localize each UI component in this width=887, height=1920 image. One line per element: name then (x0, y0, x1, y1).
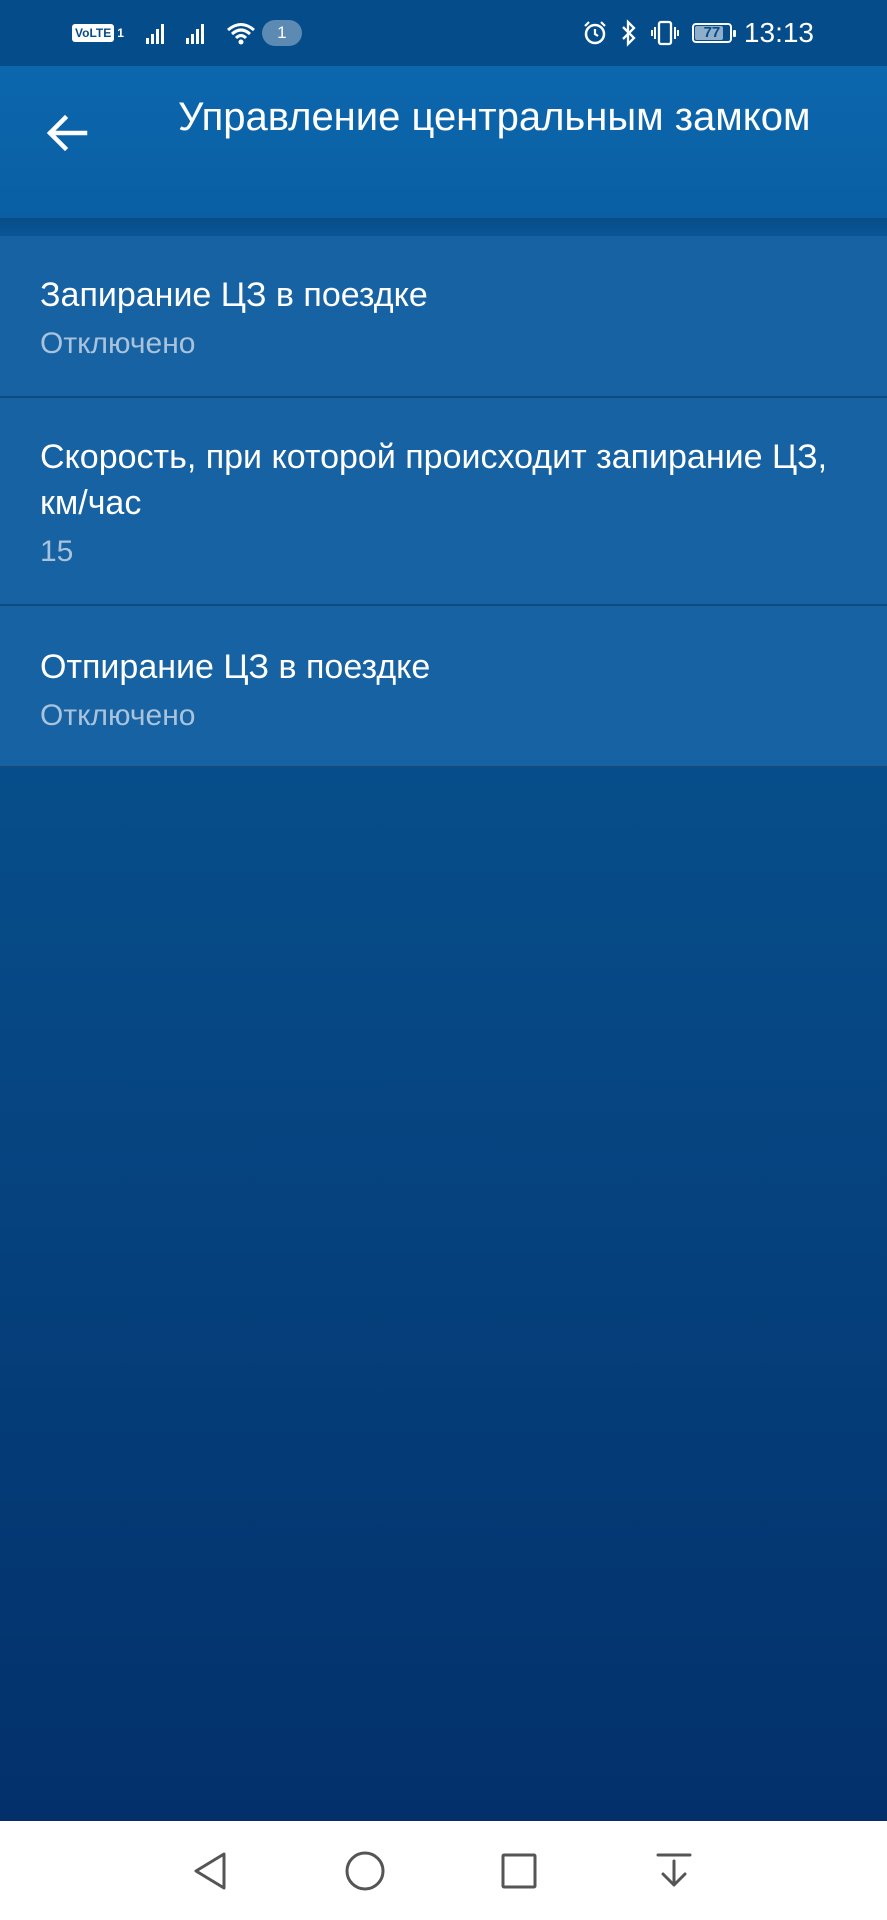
page-title: Управление центральным замком (178, 95, 811, 139)
back-triangle-icon (194, 1852, 226, 1890)
signal-sim1-icon (145, 22, 164, 44)
nav-back-button[interactable] (187, 1848, 233, 1894)
app-screen: VoLTE 1 1 77 13:13 Управление центральны… (0, 0, 887, 1821)
volte-indicator: VoLTE 1 (72, 24, 124, 42)
wifi-badge: 1 (261, 20, 302, 46)
nav-home-button[interactable] (342, 1848, 388, 1894)
setting-title: Скорость, при которой происходит запиран… (40, 438, 828, 522)
nav-recents-button[interactable] (496, 1848, 542, 1894)
alarm-icon (584, 21, 606, 45)
notifications-pulldown-icon (656, 1853, 692, 1887)
setting-value: Отключено (40, 327, 196, 360)
app-bar: Управление центральным замком (0, 66, 887, 218)
bluetooth-icon (622, 19, 636, 47)
navigation-bar (0, 1821, 887, 1920)
setting-lock-while-driving[interactable]: Запирание ЦЗ в поездке Отключено (0, 236, 887, 398)
nav-notifications-button[interactable] (651, 1848, 697, 1894)
recents-square-icon (501, 1853, 537, 1889)
wifi-icon (226, 23, 255, 45)
settings-list: Запирание ЦЗ в поездке Отключено Скорост… (0, 236, 887, 768)
battery-level: 77 (703, 24, 721, 41)
setting-title: Запирание ЦЗ в поездке (40, 276, 428, 314)
vibrate-icon (650, 20, 679, 46)
setting-value: Отключено (40, 699, 196, 732)
volte-label: VoLTE (72, 24, 115, 42)
battery-icon: 77 (691, 23, 736, 43)
status-bar: VoLTE 1 1 77 13:13 (0, 0, 887, 66)
back-button[interactable] (34, 100, 100, 166)
sim-index: 1 (117, 26, 124, 40)
signal-sim2-icon (185, 22, 204, 44)
arrow-left-icon (46, 114, 88, 152)
setting-value: 15 (40, 535, 74, 568)
setting-unlock-while-driving[interactable]: Отпирание ЦЗ в поездке Отключено (0, 606, 887, 768)
app-bar-shadow (0, 218, 887, 238)
status-time: 13:13 (743, 17, 814, 48)
setting-title: Отпирание ЦЗ в поездке (40, 648, 431, 686)
setting-lock-speed[interactable]: Скорость, при которой происходит запиран… (0, 398, 887, 606)
home-circle-icon (345, 1851, 385, 1891)
